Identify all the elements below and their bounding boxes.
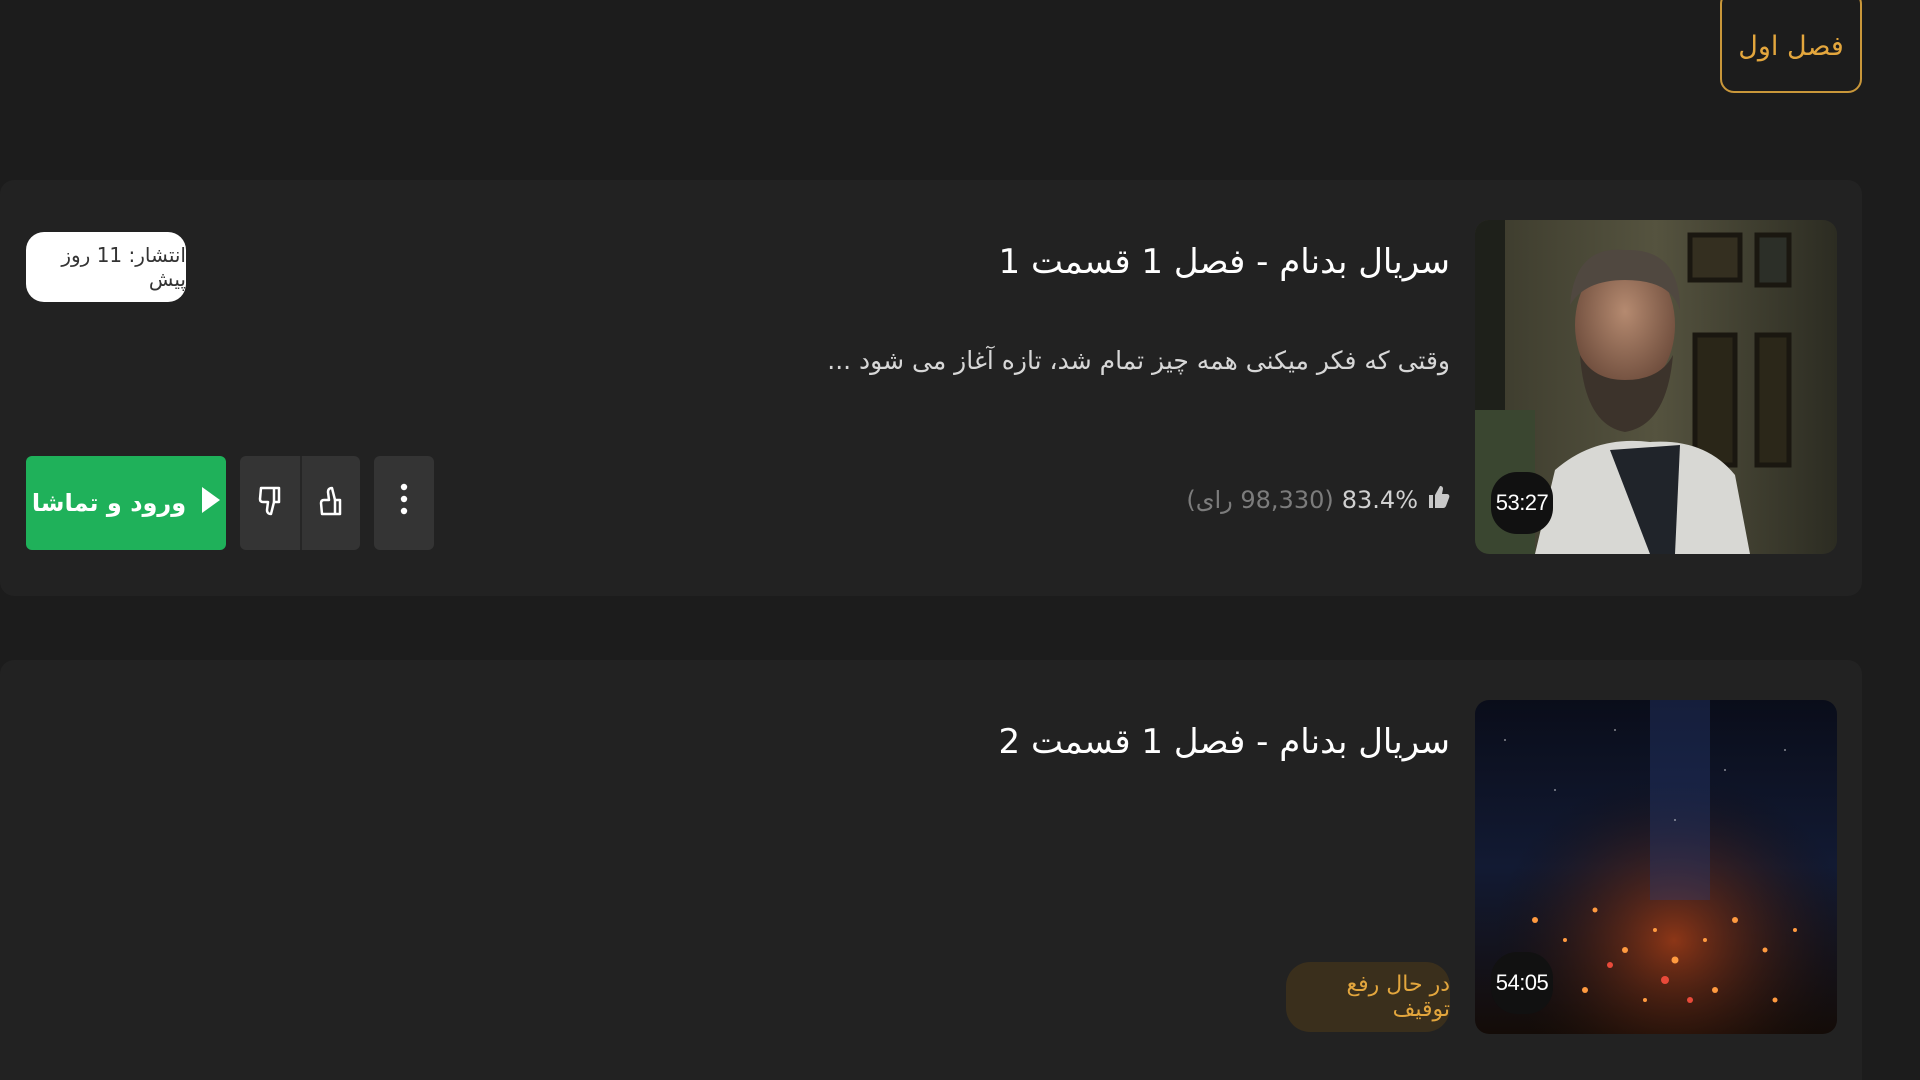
more-options-button[interactable]	[374, 456, 434, 550]
dislike-button[interactable]	[240, 456, 300, 550]
vote-group	[240, 456, 360, 550]
more-vertical-icon	[400, 482, 408, 524]
like-button[interactable]	[300, 456, 360, 550]
play-icon	[202, 486, 221, 520]
season-tab[interactable]: فصل اول	[1720, 0, 1862, 93]
episode-thumbnail[interactable]: 53:27	[1475, 220, 1837, 554]
episode-list-page: فصل اول 53:27 سریال بدنام - فصل 1 قسمت 1…	[0, 0, 1920, 1080]
watch-button-label: ورود و تماشا	[31, 489, 187, 517]
episode-title[interactable]: سریال بدنام - فصل 1 قسمت 1	[999, 242, 1450, 282]
right-gutter	[1868, 0, 1920, 1080]
episode-title[interactable]: سریال بدنام - فصل 1 قسمت 2	[999, 722, 1450, 762]
status-badge: در حال رفع توقیف	[1286, 962, 1450, 1032]
duration-badge: 53:27	[1491, 472, 1553, 534]
episode-card-1: 53:27 سریال بدنام - فصل 1 قسمت 1 وقتی که…	[0, 180, 1862, 596]
episode-description: وقتی که فکر میکنی همه چیز تمام شد، تازه …	[827, 346, 1450, 375]
season-tab-label: فصل اول	[1738, 31, 1844, 62]
thumbs-down-icon	[257, 484, 283, 522]
rating-votes: (98,330 رای)	[1186, 486, 1334, 514]
episode-actions: ورود و تماشا	[26, 456, 434, 550]
episode-thumbnail[interactable]: 54:05	[1475, 700, 1837, 1034]
episode-card-2: 54:05 سریال بدنام - فصل 1 قسمت 2 در حال …	[0, 660, 1862, 1080]
thumbs-up-icon	[1426, 484, 1450, 517]
publish-badge: انتشار: 11 روز پیش	[26, 232, 186, 302]
rating: 83.4% (98,330 رای)	[1186, 480, 1450, 520]
rating-percent: 83.4%	[1341, 486, 1418, 514]
duration-badge: 54:05	[1491, 952, 1553, 1014]
watch-button[interactable]: ورود و تماشا	[26, 456, 226, 550]
thumbs-up-icon	[318, 484, 344, 522]
